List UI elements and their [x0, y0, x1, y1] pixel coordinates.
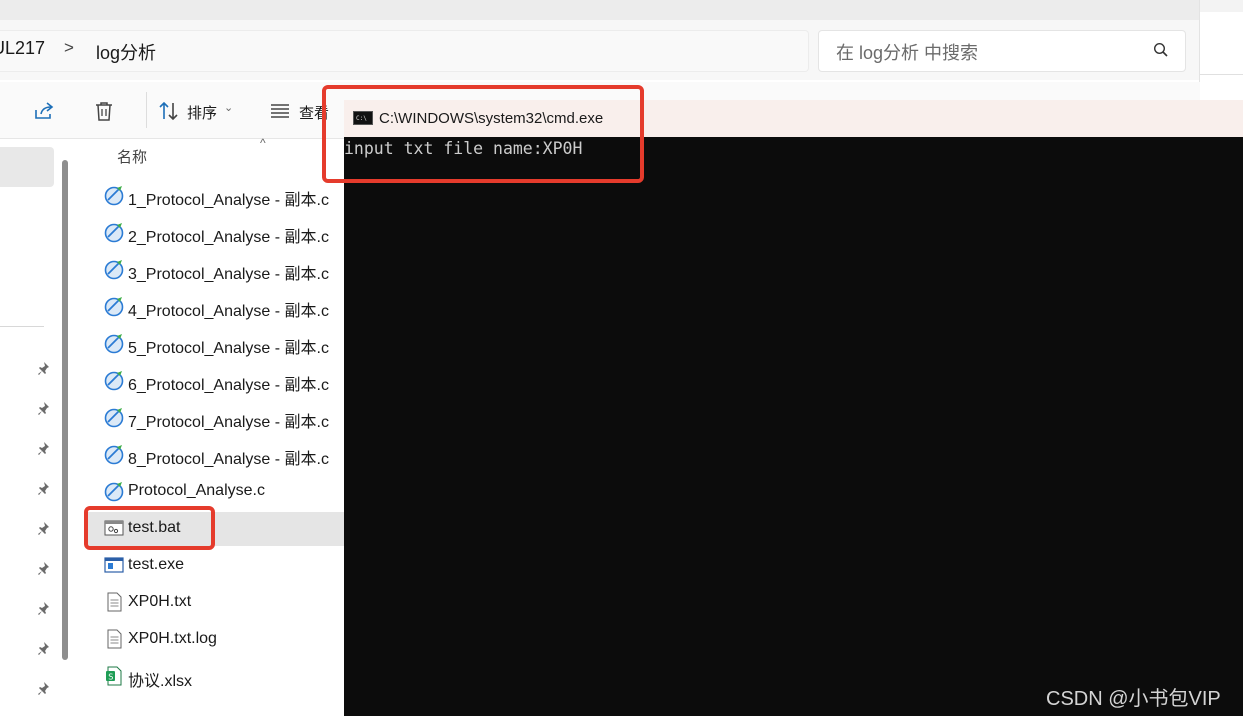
file-row[interactable]: 4_Protocol_Analyse - 副本.c: [100, 292, 350, 322]
background-window-divider: [1200, 74, 1243, 75]
file-row[interactable]: 2_Protocol_Analyse - 副本.c: [100, 218, 350, 248]
highlight-box-cmd: [322, 85, 644, 183]
file-name: XP0H.txt: [128, 593, 192, 610]
c-source-file-icon: [103, 258, 125, 280]
file-name: 7_Protocol_Analyse - 副本.c: [128, 414, 329, 431]
c-source-file-icon: [103, 406, 125, 428]
pin-icon[interactable]: [35, 360, 51, 376]
sort-ascending-icon: ^: [260, 136, 266, 150]
search-placeholder: 在 log分析 中搜索: [836, 43, 979, 63]
cmd-console[interactable]: [344, 137, 1243, 716]
file-row[interactable]: 8_Protocol_Analyse - 副本.c: [100, 440, 350, 470]
breadcrumb-segment-log[interactable]: log分析: [96, 39, 156, 65]
pin-icon[interactable]: [35, 480, 51, 496]
file-name: 4_Protocol_Analyse - 副本.c: [128, 303, 329, 320]
watermark: CSDN @小书包VIP: [1046, 688, 1221, 710]
nav-item-selected[interactable]: [0, 147, 54, 187]
c-source-file-icon: [103, 369, 125, 391]
file-row[interactable]: test.exe: [100, 551, 350, 581]
highlight-box-test-bat: [84, 506, 215, 550]
pin-icon[interactable]: [35, 640, 51, 656]
pin-icon[interactable]: [35, 520, 51, 536]
toolbar-divider: [146, 92, 147, 128]
c-source-file-icon: [103, 295, 125, 317]
pin-icon[interactable]: [35, 400, 51, 416]
c-source-file-icon: [103, 221, 125, 243]
breadcrumb-segment-ul217[interactable]: UL217: [0, 38, 45, 59]
file-name: 2_Protocol_Analyse - 副本.c: [128, 229, 329, 246]
exe-file-icon: [103, 554, 125, 576]
nav-scrollbar[interactable]: [62, 160, 68, 660]
svg-text:S: S: [108, 673, 113, 682]
file-name: 6_Protocol_Analyse - 副本.c: [128, 377, 329, 394]
pin-icon[interactable]: [35, 560, 51, 576]
file-row[interactable]: 6_Protocol_Analyse - 副本.c: [100, 366, 350, 396]
sort-icon[interactable]: [157, 99, 181, 123]
background-window-titlebar: [1200, 0, 1243, 12]
search-icon[interactable]: [1152, 41, 1170, 59]
file-name: 8_Protocol_Analyse - 副本.c: [128, 451, 329, 468]
view-list-icon[interactable]: [268, 99, 292, 123]
share-icon[interactable]: [32, 99, 56, 123]
file-name: 1_Protocol_Analyse - 副本.c: [128, 192, 329, 209]
breadcrumb-chevron-icon: >: [64, 38, 74, 57]
chevron-down-icon: ⌄: [224, 102, 234, 114]
file-row[interactable]: Protocol_Analyse.c: [100, 477, 350, 507]
text-file-icon: [103, 591, 125, 613]
file-name: 3_Protocol_Analyse - 副本.c: [128, 266, 329, 283]
pin-icon[interactable]: [35, 600, 51, 616]
file-row[interactable]: XP0H.txt: [100, 588, 350, 618]
pin-icon[interactable]: [35, 680, 51, 696]
file-row[interactable]: 3_Protocol_Analyse - 副本.c: [100, 255, 350, 285]
column-header-name[interactable]: 名称: [117, 146, 147, 167]
file-row[interactable]: XP0H.txt.log: [100, 625, 350, 655]
c-source-file-icon: [103, 443, 125, 465]
trash-icon[interactable]: [92, 99, 116, 123]
c-source-file-icon: [103, 184, 125, 206]
file-name: XP0H.txt.log: [128, 630, 217, 647]
file-name: 协议.xlsx: [128, 673, 193, 690]
file-name: Protocol_Analyse.c: [128, 482, 265, 499]
file-name: test.exe: [128, 556, 185, 573]
file-row[interactable]: S 协议.xlsx: [100, 662, 350, 692]
pin-icon[interactable]: [35, 440, 51, 456]
file-name: 5_Protocol_Analyse - 副本.c: [128, 340, 329, 357]
nav-divider: [0, 326, 44, 327]
file-row[interactable]: 1_Protocol_Analyse - 副本.c: [100, 181, 350, 211]
excel-file-icon: S: [103, 665, 125, 687]
sort-button[interactable]: 排序: [187, 102, 217, 123]
file-row[interactable]: 5_Protocol_Analyse - 副本.c: [100, 329, 350, 359]
file-row[interactable]: 7_Protocol_Analyse - 副本.c: [100, 403, 350, 433]
window-top-strip: [0, 0, 1200, 20]
c-source-file-icon: [103, 480, 125, 502]
text-file-icon: [103, 628, 125, 650]
c-source-file-icon: [103, 332, 125, 354]
